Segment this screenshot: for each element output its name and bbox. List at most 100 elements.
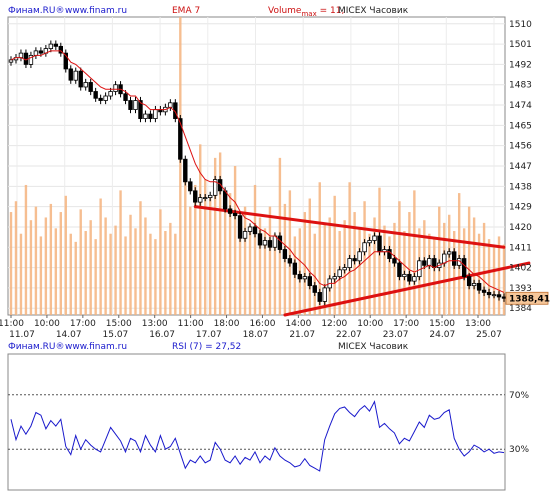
candle-body-down	[193, 190, 198, 203]
volume-bar	[373, 217, 376, 315]
volume-bar	[104, 217, 107, 315]
candle-body-up	[103, 95, 108, 101]
x-time-label: 17:00	[393, 319, 419, 329]
volume-bar	[268, 206, 272, 315]
price-axis: 1510 1501 1492 1483 1474 1465 1456 1447 1438 1429…	[509, 20, 532, 314]
x-time-label: 10:00	[357, 319, 383, 329]
candle-body-down	[93, 91, 98, 99]
candle-body-down	[292, 262, 298, 275]
volume-bar	[398, 201, 401, 315]
candle-body-up	[447, 251, 452, 255]
volume-bar	[433, 239, 436, 315]
rsi-site-label: www.finam.ru	[65, 342, 127, 352]
candle-body-up	[337, 269, 342, 278]
x-time-label: 14:00	[285, 319, 311, 329]
candle-body-down	[422, 260, 427, 266]
volume-label-main: Volume	[268, 6, 302, 16]
rsi-level-label: 70%	[509, 391, 529, 401]
volume-bar	[457, 193, 461, 315]
candlestick	[237, 212, 243, 242]
volume-bar	[453, 231, 456, 315]
volume-bar	[472, 217, 476, 315]
rsi-label: RSI (7) = 27,52	[172, 342, 241, 352]
volume-bar	[393, 222, 396, 315]
x-date-label: 16.07	[149, 330, 175, 340]
volume-bar	[308, 198, 311, 315]
x-time-label: 16:00	[249, 319, 275, 329]
volume-bar	[24, 184, 28, 315]
x-time-label: 15:00	[429, 319, 455, 329]
candle-body-down	[68, 68, 73, 81]
candle-body-down	[481, 289, 487, 293]
candle-body-down	[397, 262, 402, 278]
chart-title: MICEX Часовик	[338, 6, 409, 16]
candle-body-down	[352, 258, 357, 262]
candlestick	[183, 155, 188, 186]
candle-body-up	[108, 91, 113, 97]
candle-body-up	[367, 240, 372, 244]
x-date-label: 17.07	[196, 330, 222, 340]
volume-bar	[149, 233, 152, 315]
candle-body-down	[227, 208, 233, 214]
volume-bar	[74, 241, 77, 315]
volume-bar	[482, 222, 486, 315]
y-tick-label: 1420	[509, 223, 532, 233]
volume-bar	[467, 206, 471, 315]
candle-body-down	[466, 276, 472, 287]
candle-body-down	[257, 233, 263, 246]
x-date-label: 21.07	[289, 330, 315, 340]
x-date-label: 18.07	[243, 330, 269, 340]
volume-bar	[119, 190, 122, 315]
volume-bar	[169, 222, 172, 315]
volume-bar	[408, 212, 411, 315]
volume-bar	[448, 214, 451, 315]
candle-body-down	[78, 70, 83, 88]
y-tick-label: 1492	[509, 60, 532, 70]
candle-body-down	[312, 285, 317, 293]
volume-bar	[502, 244, 506, 315]
y-tick-label: 1447	[509, 162, 532, 172]
volume-bar	[29, 220, 33, 315]
x-time-label: 13:00	[142, 319, 168, 329]
volume-bar	[19, 233, 23, 315]
volume-label: Volumemax = 11,	[268, 6, 344, 18]
y-tick-label: 1501	[509, 40, 532, 50]
candle-body-down	[317, 292, 322, 302]
candle-body-down	[178, 118, 183, 160]
candle-body-up	[302, 276, 308, 280]
candle-body-up	[402, 273, 407, 278]
candle-body-up	[207, 194, 213, 199]
candle-body-up	[198, 197, 203, 203]
volume-bar	[413, 190, 416, 315]
x-time-label: 18:00	[214, 319, 240, 329]
x-date-label: 11.07	[9, 330, 35, 340]
candle-body-down	[98, 97, 103, 101]
y-tick-label: 1384	[509, 304, 532, 314]
candle-body-down	[392, 258, 397, 264]
volume-bar	[428, 233, 431, 315]
candle-body-up	[48, 43, 54, 50]
rsi-plot-area	[7, 353, 506, 491]
candle-body-up	[357, 251, 362, 262]
candle-body-up	[113, 84, 118, 92]
candle-body-down	[252, 226, 258, 235]
candle-body-down	[377, 235, 382, 253]
price-tag-value: 1388,41	[509, 294, 550, 304]
candle-body-down	[297, 273, 303, 280]
candle-body-up	[347, 258, 352, 268]
candle-body-up	[153, 109, 158, 119]
x-date-label: 24.07	[429, 330, 455, 340]
y-tick-label: 1402	[509, 264, 532, 274]
volume-bar	[89, 220, 92, 315]
rsi-chart-title: MICEX Часовик	[338, 342, 409, 352]
volume-bar	[303, 212, 307, 315]
candle-body-up	[412, 276, 417, 282]
volume-bar	[313, 233, 316, 315]
candle-body-up	[442, 253, 447, 264]
candle-body-up	[203, 197, 208, 200]
volume-bar	[253, 184, 257, 315]
volume-bar	[79, 209, 82, 315]
volume-bar	[179, 17, 182, 315]
candle-body-up	[322, 287, 327, 302]
volume-bar	[358, 228, 361, 315]
